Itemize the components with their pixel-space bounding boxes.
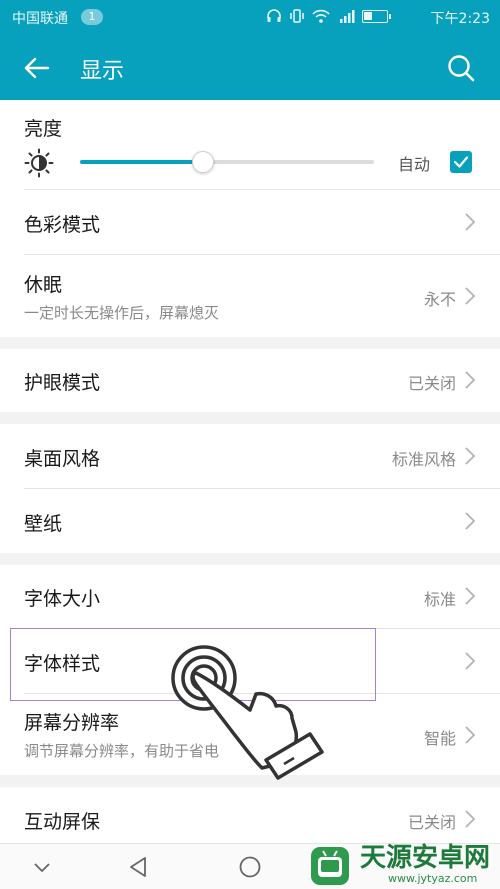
setting-row-font-size[interactable]: 字体大小 标准 — [0, 565, 500, 628]
status-icons — [266, 8, 391, 24]
setting-row-desktop-style[interactable]: 桌面风格 标准风格 — [0, 424, 500, 488]
brightness-slider[interactable] — [80, 151, 374, 173]
setting-label: 色彩模式 — [24, 214, 101, 236]
wifi-icon — [312, 9, 330, 23]
app-bar: 显示 — [0, 34, 500, 100]
tap-hand-icon — [171, 645, 324, 780]
clock: 下午2:23 — [430, 11, 490, 27]
home-circle-icon[interactable] — [236, 853, 264, 881]
setting-row-screensaver[interactable]: 互动屏保 已关闭 — [0, 787, 500, 843]
brightness-sun-icon — [24, 148, 54, 178]
setting-label: 休眠 — [24, 274, 63, 296]
watermark-logo-icon — [311, 847, 349, 885]
setting-label: 护眼模式 — [24, 372, 101, 394]
chevron-right-icon — [465, 652, 476, 670]
setting-row-sleep[interactable]: 休眠 一定时长无操作后，屏幕熄灭 永不 — [0, 255, 500, 337]
status-bar: 中国联通 1 下午2:23 — [0, 0, 500, 34]
brightness-slider-fill — [80, 160, 203, 164]
setting-value: 已关闭 — [407, 813, 456, 832]
back-arrow-icon[interactable] — [20, 51, 54, 85]
notification-badge: 1 — [81, 9, 103, 25]
headphones-icon — [267, 9, 281, 22]
carrier-name: 中国联通 — [12, 11, 68, 27]
chevron-right-icon — [465, 287, 476, 305]
vibrate-icon — [290, 9, 304, 23]
signal-icon — [340, 10, 355, 23]
down-chevron-icon[interactable] — [28, 853, 56, 881]
setting-row-eye-comfort[interactable]: 护眼模式 已关闭 — [0, 349, 500, 412]
chevron-right-icon — [465, 371, 476, 389]
setting-row-wallpaper[interactable]: 壁纸 — [0, 489, 500, 553]
setting-value: 已关闭 — [407, 374, 456, 393]
brightness-label: 亮度 — [24, 118, 63, 140]
setting-value: 永不 — [423, 290, 456, 309]
chevron-right-icon — [465, 587, 476, 605]
setting-value: 标准风格 — [391, 450, 456, 469]
setting-subtitle: 一定时长无操作后，屏幕熄灭 — [24, 304, 220, 322]
chevron-right-icon — [465, 447, 476, 465]
setting-label: 字体大小 — [24, 588, 101, 610]
setting-label: 壁纸 — [24, 513, 63, 535]
setting-label: 互动屏保 — [24, 811, 101, 833]
battery-icon — [362, 10, 391, 23]
setting-value: 智能 — [423, 729, 456, 748]
brightness-slider-thumb[interactable] — [192, 151, 214, 173]
setting-value: 标准 — [423, 590, 456, 609]
chevron-right-icon — [465, 726, 476, 744]
setting-row-color-mode[interactable]: 色彩模式 — [0, 190, 500, 254]
search-icon[interactable] — [444, 51, 478, 85]
chevron-right-icon — [465, 512, 476, 530]
watermark-text: 天源安卓网 — [360, 843, 491, 873]
back-triangle-icon[interactable] — [125, 853, 153, 881]
setting-label: 桌面风格 — [24, 448, 101, 470]
chevron-right-icon — [465, 213, 476, 231]
chevron-right-icon — [465, 810, 476, 828]
page-title: 显示 — [80, 59, 125, 84]
watermark-url: www.jytyaz.com — [388, 872, 478, 885]
auto-brightness-label: 自动 — [398, 155, 431, 174]
auto-brightness-checkbox[interactable] — [450, 151, 472, 173]
setting-label: 屏幕分辨率 — [24, 712, 120, 734]
